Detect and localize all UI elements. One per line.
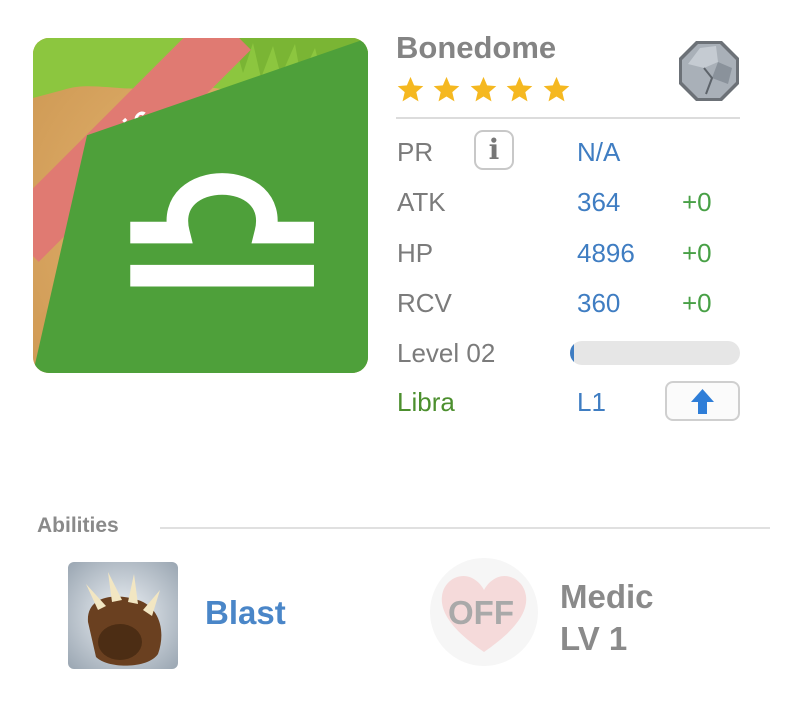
active-ability-name[interactable]: Blast [205, 594, 286, 632]
atk-value: 364 [577, 187, 621, 217]
star-icon [397, 76, 424, 102]
libra-icon [33, 38, 368, 373]
star-icon [507, 76, 533, 102]
passive-state-label: OFF [448, 594, 514, 631]
star-rating [396, 75, 574, 105]
atk-label: ATK [397, 187, 446, 217]
star-icon [470, 76, 497, 102]
rcv-label: RCV [397, 288, 452, 318]
level-label: Level 02 [397, 338, 496, 368]
active-ability-button[interactable] [68, 562, 178, 669]
claw-icon [68, 562, 178, 669]
xp-progress-fill [570, 341, 574, 365]
passive-ability-level: LV 1 [560, 620, 628, 657]
atk-bonus: +0 [682, 187, 712, 217]
pr-label: PR [397, 137, 434, 167]
pr-value: N/A [577, 137, 621, 167]
star-icon [543, 76, 570, 102]
info-button[interactable]: i [474, 130, 514, 170]
rock-element-icon[interactable] [676, 38, 742, 104]
zodiac-level: L1 [577, 387, 606, 417]
creature-portrait[interactable]: Epic [33, 38, 368, 373]
hp-bonus: +0 [682, 238, 712, 268]
star-icon [434, 76, 460, 102]
rcv-value: 360 [577, 288, 621, 318]
zodiac-upgrade-button[interactable] [665, 381, 740, 421]
abilities-heading: Abilities [37, 514, 119, 537]
passive-ability-name: Medic [560, 578, 654, 615]
stats-divider [396, 117, 740, 119]
hp-value: 4896 [577, 238, 635, 268]
hp-label: HP [397, 238, 434, 268]
abilities-divider [160, 527, 770, 529]
zodiac-label: Libra [397, 387, 455, 417]
xp-progress-bar [570, 341, 740, 365]
up-arrow-icon [691, 389, 714, 414]
info-icon: i [488, 133, 500, 166]
creature-name: Bonedome [396, 30, 557, 65]
rcv-bonus: +0 [682, 288, 712, 318]
